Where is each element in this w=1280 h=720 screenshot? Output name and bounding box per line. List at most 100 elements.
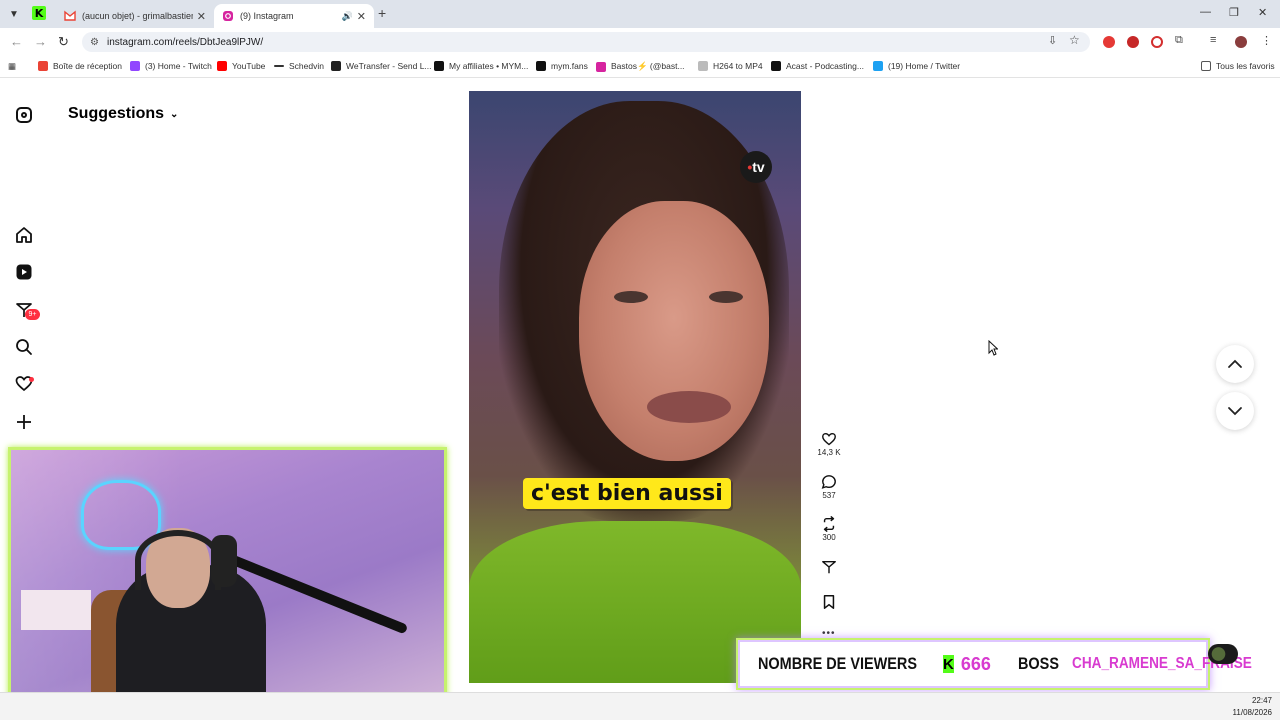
bookmark-wetransfer[interactable]: WeTransfer - Send L... [331, 61, 432, 71]
video-caption: c'est bien aussi [523, 478, 731, 509]
reload-icon[interactable]: ↻ [58, 34, 69, 50]
like-count: 14,3 K [817, 448, 841, 457]
next-reel-button[interactable] [1216, 392, 1254, 430]
mouse-cursor-icon [988, 340, 998, 356]
bookmark-mym-fans[interactable]: mym.fans [536, 61, 588, 71]
like-button[interactable]: 14,3 K [812, 430, 846, 457]
tab-gmail[interactable]: (aucun objet) - grimalbastien@ ✕ [56, 4, 214, 28]
address-bar[interactable]: ⚙ instagram.com/reels/DbtJea9lPJW/ [82, 32, 1090, 52]
viewers-overlay: NOMBRE DE VIEWERS K 666 BOSS CHA_RAMENE_… [736, 638, 1252, 690]
folder-icon [1201, 61, 1211, 71]
headset-icon [135, 530, 221, 590]
reel-video[interactable]: • tv c'est bien aussi [469, 91, 801, 683]
apps-grid-icon[interactable]: ▦ [8, 61, 16, 72]
viewers-count: 666 [960, 653, 991, 674]
mym-icon [434, 61, 444, 71]
comment-count: 537 [822, 491, 836, 500]
clock-date: 11/08/2026 [1232, 708, 1272, 717]
extensions-icon[interactable]: ⧉ [1175, 34, 1183, 47]
opera-extension-icon[interactable] [1127, 36, 1139, 48]
mym-icon [536, 61, 546, 71]
adblock-extension-icon[interactable] [1103, 36, 1115, 48]
schedvin-icon [274, 65, 284, 67]
heart-icon [812, 430, 846, 448]
kick-pinned-tab-icon[interactable]: K [32, 6, 46, 20]
previous-reel-button[interactable] [1216, 345, 1254, 383]
site-info-icon[interactable]: ⚙ [90, 37, 99, 48]
unread-dot [29, 377, 34, 382]
tab-title: (aucun objet) - grimalbastien@ [82, 11, 193, 21]
reels-icon[interactable] [14, 262, 34, 282]
bookmark-instagram-bastos[interactable]: Bastos⚡ (@bast... [596, 61, 685, 72]
close-tab-icon[interactable]: ✕ [357, 10, 366, 23]
wetransfer-icon [331, 61, 341, 71]
youtube-icon [217, 61, 227, 71]
bookmark-twitter[interactable]: (19) Home / Twitter [873, 61, 960, 71]
overlay-avatar [1208, 644, 1238, 664]
close-tab-icon[interactable]: ✕ [197, 10, 206, 23]
streamer-webcam [8, 447, 447, 714]
instagram-icon [596, 61, 606, 72]
send-icon [812, 558, 846, 576]
all-bookmarks-folder[interactable]: Tous les favoris [1201, 61, 1275, 71]
create-plus-icon[interactable] [14, 412, 34, 432]
new-tab-button[interactable]: + [378, 5, 386, 21]
share-button[interactable] [812, 558, 846, 576]
tab-title: (9) Instagram [240, 11, 294, 21]
webcam-shelf [21, 590, 91, 630]
tab-strip: ▼ K (aucun objet) - grimalbastien@ ✕ (9)… [0, 0, 1280, 28]
install-app-icon[interactable]: ⇩ [1048, 34, 1057, 47]
save-button[interactable] [812, 593, 846, 611]
bookmark-icon [812, 593, 846, 611]
media-control-icon[interactable]: ≡ [1210, 34, 1216, 46]
suggestions-dropdown[interactable]: Suggestions ⌄ [68, 105, 178, 123]
more-menu-icon[interactable]: ⋮ [1261, 34, 1272, 47]
bookmark-youtube[interactable]: YouTube [217, 61, 265, 71]
search-icon[interactable] [14, 337, 34, 357]
system-clock[interactable]: 22:47 11/08/2026 [1233, 695, 1272, 719]
gmail-icon [38, 61, 48, 71]
bookmark-mym-affiliates[interactable]: My affiliates • MYM... [434, 61, 528, 71]
instagram-icon [223, 11, 233, 21]
twitter-icon [873, 61, 883, 71]
bookmarks-bar: ▦ Boîte de réception (3) Home - Twitch Y… [0, 56, 1280, 78]
speaker-icon[interactable]: 🔊 [342, 11, 353, 22]
back-icon[interactable]: ← [10, 34, 23, 49]
bookmark-h264-to-mp4[interactable]: H264 to MP4 [698, 61, 763, 71]
block-extension-icon[interactable] [1151, 36, 1163, 48]
instagram-logo-icon[interactable] [16, 107, 32, 123]
video-figure-eye [614, 291, 648, 303]
microphone-icon [211, 535, 237, 587]
chevron-down-icon [1228, 407, 1242, 416]
globe-icon [698, 61, 708, 71]
repost-icon [812, 515, 846, 533]
bookmark-acast[interactable]: Acast - Podcasting... [771, 61, 864, 71]
restore-icon[interactable]: ❐ [1229, 6, 1239, 19]
tab-instagram[interactable]: (9) Instagram 🔊 ✕ [214, 4, 374, 28]
forward-icon[interactable]: → [34, 34, 47, 49]
kick-logo-icon: K [943, 655, 954, 673]
twitch-icon [130, 61, 140, 71]
comment-button[interactable]: 537 [812, 473, 846, 500]
home-icon[interactable] [14, 225, 34, 245]
bookmark-star-icon[interactable]: ☆ [1069, 33, 1080, 47]
bookmark-schedvin[interactable]: Schedvin [274, 61, 324, 71]
bookmark-gmail[interactable]: Boîte de réception [38, 61, 122, 71]
boss-label: BOSS [1017, 654, 1059, 673]
tab-search-chevron-icon[interactable]: ▼ [4, 4, 24, 24]
bookmark-twitch[interactable]: (3) Home - Twitch [130, 61, 212, 71]
browser-toolbar: ← → ↻ ⚙ instagram.com/reels/DbtJea9lPJW/… [0, 28, 1280, 56]
chevron-down-icon: ⌄ [170, 108, 179, 120]
minimize-icon[interactable]: — [1200, 6, 1211, 18]
os-taskbar: 22:47 11/08/2026 [0, 692, 1280, 720]
close-window-icon[interactable]: ✕ [1258, 6, 1267, 19]
clock-time: 22:47 [1251, 696, 1272, 705]
suggestions-label: Suggestions [68, 105, 165, 122]
profile-avatar[interactable] [1235, 36, 1247, 48]
repost-button[interactable]: 300 [812, 515, 846, 542]
video-figure-mouth [647, 391, 731, 423]
repost-count: 300 [822, 533, 836, 542]
acast-icon [771, 61, 781, 71]
gmail-icon [64, 10, 76, 21]
chevron-up-icon [1228, 359, 1242, 368]
